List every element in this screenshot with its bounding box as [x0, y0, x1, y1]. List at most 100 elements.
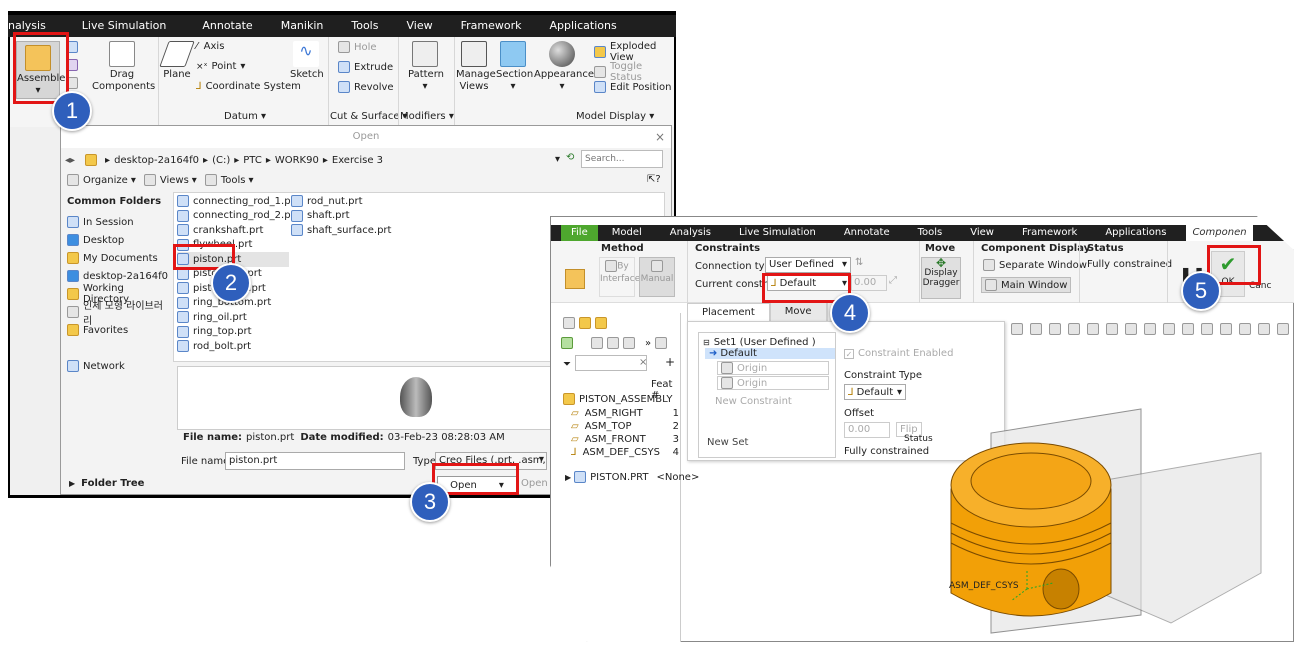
set-1-item[interactable]: ⊟ Set1 (User Defined )	[703, 337, 835, 348]
tree-root[interactable]: PISTON_ASSEMBLY	[563, 393, 672, 405]
tree-icon[interactable]	[563, 317, 575, 329]
sketch-button[interactable]: ∿ Sketch	[290, 41, 324, 81]
coordinate-system-button[interactable]: ⅃ Coordinate System	[196, 81, 301, 92]
point-display-icon[interactable]	[1239, 323, 1251, 335]
views-button[interactable]: Views	[160, 175, 189, 186]
tab-model[interactable]: Model	[598, 225, 656, 241]
tab-framework-2[interactable]: Framework	[1008, 225, 1091, 241]
tab-analysis-2[interactable]: Analysis	[656, 225, 725, 241]
sidebar-item-in-session[interactable]: In Session	[67, 213, 171, 231]
search-input[interactable]	[581, 150, 663, 168]
connection-type-select[interactable]: User Defined ▾	[765, 257, 851, 273]
section-icon[interactable]	[1277, 323, 1289, 335]
filename-input[interactable]: piston.prt	[225, 452, 405, 470]
tab-component-placement[interactable]: Componen	[1186, 225, 1253, 241]
tab-view-2[interactable]: View	[956, 225, 1008, 241]
tab-file[interactable]: File	[561, 225, 598, 241]
display-dragger-button[interactable]: ✥ Display Dragger	[921, 257, 961, 299]
extrude-button[interactable]: Extrude	[338, 61, 393, 73]
tab-annotate[interactable]: Annotate	[188, 15, 266, 37]
manual-button[interactable]: Manual	[639, 257, 675, 297]
zoom-in-icon[interactable]	[1068, 323, 1080, 335]
exploded-view-button[interactable]: Exploded View	[594, 41, 674, 63]
zoom-out-icon[interactable]	[1087, 323, 1099, 335]
subtab-placement[interactable]: Placement	[687, 302, 770, 322]
show-icon[interactable]	[561, 337, 573, 349]
breadcrumb-3[interactable]: WORK90	[275, 155, 319, 166]
hole-button[interactable]: Hole	[338, 41, 377, 53]
list-icon[interactable]	[591, 337, 603, 349]
refresh-icon[interactable]: ⟲	[566, 152, 574, 163]
tree-filter-clear-icon[interactable]: ×	[639, 357, 647, 368]
tab-annotate-2[interactable]: Annotate	[830, 225, 904, 241]
tab-framework[interactable]: Framework	[447, 15, 536, 37]
tab-applications-2[interactable]: Applications	[1091, 225, 1180, 241]
main-window-button[interactable]: Main Window	[981, 277, 1072, 293]
filter-icon[interactable]: ⏷	[563, 359, 571, 370]
zoom-icon[interactable]	[1030, 323, 1042, 335]
connection-flip-icon[interactable]: ⇅	[855, 257, 863, 268]
file-item[interactable]: rod_nut.prt	[291, 194, 403, 209]
plane-display-icon[interactable]	[1201, 323, 1213, 335]
datum-display-icon[interactable]	[1144, 323, 1156, 335]
default-constraint-item[interactable]: ➜ Default	[705, 348, 835, 359]
repaint-icon[interactable]	[1011, 323, 1023, 335]
file-item[interactable]: shaft.prt	[291, 209, 403, 224]
breadcrumb-0[interactable]: desktop-2a164f0	[114, 155, 199, 166]
folder-tree-toggle[interactable]: ▶ Folder Tree	[69, 478, 144, 489]
address-dropdown-icon[interactable]: ▾	[555, 154, 560, 165]
file-item[interactable]: connecting_rod_1.prt	[177, 194, 299, 209]
sidebar-item-my-documents[interactable]: My Documents	[67, 249, 171, 267]
tree-item[interactable]: ▱ ASM_RIGHT 1	[567, 407, 679, 420]
appearances-button[interactable]: Appearances ▾	[534, 41, 599, 93]
named-views-icon[interactable]	[1106, 323, 1118, 335]
file-item[interactable]: ring_oil.prt	[177, 310, 289, 325]
tab-live-simulation[interactable]: Live Simulation	[68, 15, 181, 37]
breadcrumb-2[interactable]: PTC	[243, 155, 262, 166]
new-constraint-link[interactable]: New Constraint	[715, 396, 835, 407]
tools-button[interactable]: Tools	[221, 175, 246, 186]
separate-window-button[interactable]: Separate Window	[983, 259, 1087, 271]
axis-display-icon[interactable]	[1220, 323, 1232, 335]
manage-views-button[interactable]: Manage Views	[456, 41, 496, 93]
tree-filter-input[interactable]	[575, 355, 647, 371]
star-icon[interactable]	[595, 317, 607, 329]
toggle-status-button[interactable]: Toggle Status	[594, 61, 674, 83]
offset-input[interactable]: 0.00	[851, 275, 887, 291]
type-dropdown-icon[interactable]: ▾	[539, 454, 544, 465]
tab-tools[interactable]: Tools	[337, 15, 392, 37]
constraint-type-select[interactable]: ⅃ Default ▾	[844, 384, 906, 400]
sidebar-item-desktop[interactable]: Desktop	[67, 231, 171, 249]
appearance-icon[interactable]	[1296, 323, 1301, 335]
tree-part-row[interactable]: ▶ PISTON.PRT <None>	[565, 471, 699, 483]
new-set-link[interactable]: New Set	[707, 437, 835, 448]
annotation-icon[interactable]	[1163, 323, 1175, 335]
spin-center-icon[interactable]	[1182, 323, 1194, 335]
offset-field[interactable]: 0.00	[844, 422, 890, 438]
file-item[interactable]: ring_top.prt	[177, 325, 289, 340]
settings-icon[interactable]	[655, 337, 668, 349]
csys-display-icon[interactable]	[1258, 323, 1270, 335]
constraint-enabled-checkbox[interactable]: ✓ Constraint Enabled	[844, 348, 953, 359]
drag-components-button[interactable]: Drag Components	[92, 41, 155, 93]
organize-button[interactable]: Organize	[83, 175, 128, 186]
revolve-button[interactable]: Revolve	[338, 81, 394, 93]
orient-icon[interactable]	[1049, 323, 1061, 335]
file-item[interactable]: rod_bolt.prt	[177, 339, 289, 354]
tab-manikin[interactable]: Manikin	[267, 15, 338, 37]
axis-button[interactable]: ⁄ Axis	[196, 41, 224, 52]
tab-applications[interactable]: Applications	[536, 15, 631, 37]
breadcrumb-4[interactable]: Exercise 3	[332, 155, 383, 166]
close-icon[interactable]: ×	[655, 130, 665, 144]
breadcrumb-1[interactable]: (C:)	[212, 155, 230, 166]
layer-icon[interactable]	[579, 317, 591, 329]
file-item[interactable]: crankshaft.prt	[177, 223, 289, 238]
columns-icon[interactable]	[607, 337, 619, 349]
tree-item[interactable]: ⅃ ASM_DEF_CSYS 4	[567, 446, 679, 459]
tab-tools-2[interactable]: Tools	[904, 225, 957, 241]
point-button[interactable]: ×ˣ Point ▾	[196, 61, 245, 72]
grid-icon[interactable]	[623, 337, 635, 349]
sidebar-item-network[interactable]: Network	[67, 357, 171, 375]
tree-item[interactable]: ▱ ASM_FRONT 3	[567, 433, 679, 446]
tree-filter-add-icon[interactable]: +	[665, 355, 675, 369]
